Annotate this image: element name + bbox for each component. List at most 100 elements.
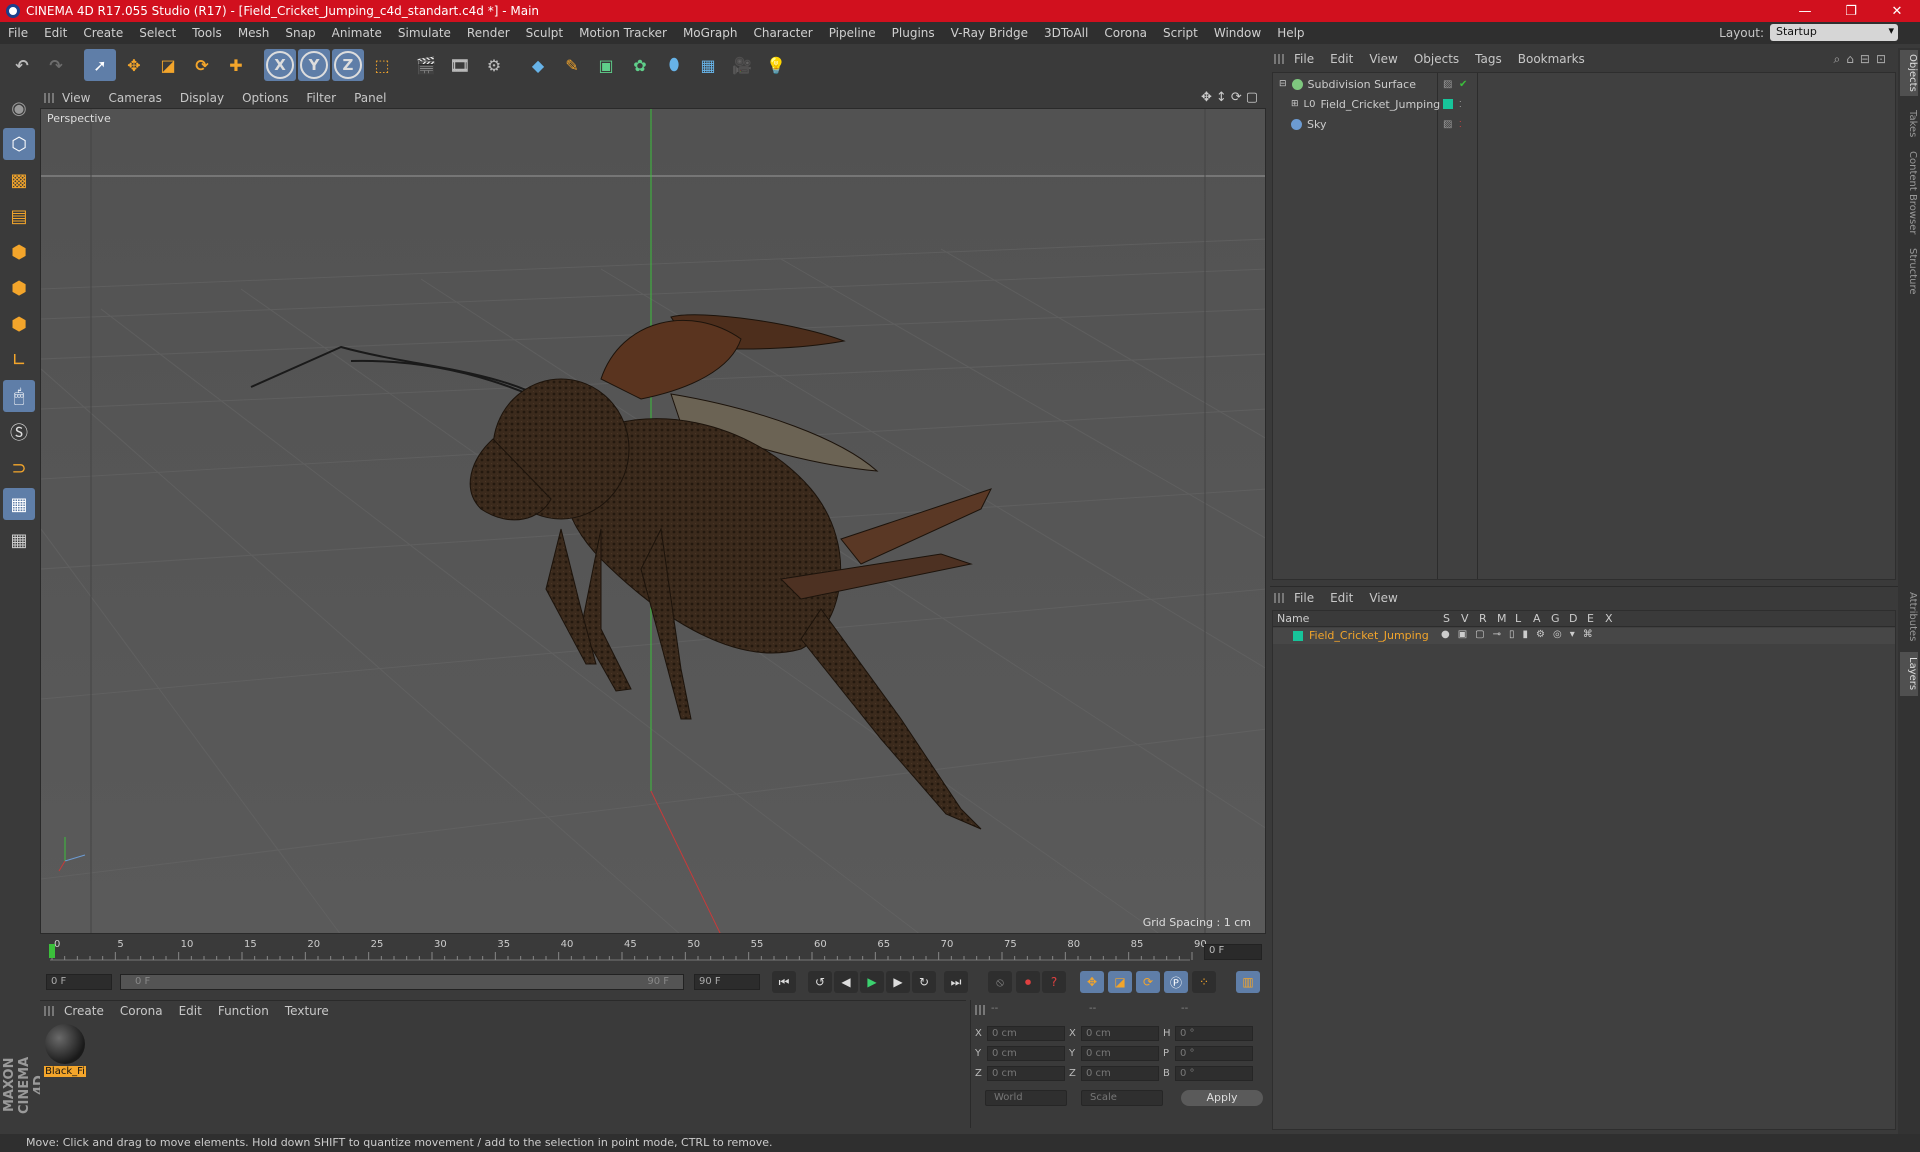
menu-script[interactable]: Script [1155,26,1206,40]
panel-grip-icon[interactable] [1274,54,1284,64]
viewport-menu-filter[interactable]: Filter [298,91,344,105]
menu-mograph[interactable]: MoGraph [675,26,746,40]
rotation-p-field[interactable]: 0 ° [1175,1046,1253,1061]
objects-menu-bookmarks[interactable]: Bookmarks [1510,52,1593,66]
render-settings-icon[interactable]: ⚙ [478,49,510,81]
menu-tools[interactable]: Tools [184,26,230,40]
visibility-dots-icon[interactable]: ⁚ [1459,120,1462,129]
objects-menu-objects[interactable]: Objects [1406,52,1467,66]
scale-mode-dropdown[interactable]: Scale [1081,1090,1163,1106]
light-icon[interactable]: 💡 [760,49,792,81]
menu-character[interactable]: Character [745,26,820,40]
render-view-icon[interactable]: 🎬 [410,49,442,81]
object-row[interactable]: Sky ▨ ⁚ [1273,115,1893,133]
enabled-check-icon[interactable]: ✔ [1459,79,1467,90]
x-axis-lock-icon[interactable]: X [264,49,296,81]
planar-workplane-icon[interactable]: ▦ [3,524,35,556]
render-picture-viewer-icon[interactable]: 🎞 [444,49,476,81]
key-parameter-icon[interactable]: Ⓟ [1164,971,1188,993]
viewport-menu-cameras[interactable]: Cameras [100,91,169,105]
mograph-cloner-icon[interactable]: ✿ [624,49,656,81]
tab-structure[interactable]: Structure [1900,244,1918,298]
z-axis-lock-icon[interactable]: Z [332,49,364,81]
layer-col-animation[interactable]: A [1533,612,1541,625]
viewport-menu-view[interactable]: View [54,91,98,105]
timeline-window-icon[interactable]: ▥ [1236,971,1260,993]
menu-window[interactable]: Window [1206,26,1269,40]
undo-icon[interactable]: ↶ [6,49,38,81]
next-frame-icon[interactable]: ▶ [886,971,910,993]
key-rotation-icon[interactable]: ⟳ [1136,971,1160,993]
lock-workplane-icon[interactable]: ▦ [3,488,35,520]
scale-tool-icon[interactable]: ◪ [152,49,184,81]
play-forward-icon[interactable]: ▶ [860,971,884,993]
axis-mode-icon[interactable]: ∟ [3,344,35,376]
size-y-field[interactable]: 0 cm [1081,1046,1159,1061]
layer-col-locked[interactable]: L [1515,612,1521,625]
material-menu-corona[interactable]: Corona [112,1004,171,1018]
points-mode-icon[interactable]: ⬢ [3,236,35,268]
viewport-menu-options[interactable]: Options [234,91,296,105]
edges-mode-icon[interactable]: ⬢ [3,272,35,304]
menu-vray-bridge[interactable]: V-Ray Bridge [943,26,1036,40]
material-menu-edit[interactable]: Edit [171,1004,210,1018]
tab-attributes[interactable]: Attributes [1900,588,1918,646]
position-x-field[interactable]: 0 cm [987,1026,1065,1041]
layer-color-icon[interactable] [1293,631,1303,641]
viewport-menu-display[interactable]: Display [172,91,232,105]
size-z-field[interactable]: 0 cm [1081,1066,1159,1081]
keyframe-selection-icon[interactable]: ? [1042,971,1066,993]
layer-name[interactable]: Field_Cricket_Jumping [1309,629,1429,642]
end-frame-field[interactable]: 90 F [694,974,760,990]
go-to-start-icon[interactable]: ⏮ [772,971,796,993]
tweak-mode-icon[interactable]: 🖱 [3,380,35,412]
objects-menu-file[interactable]: File [1286,52,1322,66]
menu-sculpt[interactable]: Sculpt [518,26,571,40]
layer-col-name[interactable]: Name [1277,612,1309,625]
playhead[interactable] [49,944,55,958]
tab-objects[interactable]: Objects [1900,50,1918,96]
tab-content-browser[interactable]: Content Browser [1900,148,1918,238]
key-scale-icon[interactable]: ◪ [1108,971,1132,993]
expand-toggle-icon[interactable]: ⊞ [1291,99,1299,109]
coordinate-mode-dropdown[interactable]: World [985,1090,1067,1106]
layer-col-generators[interactable]: G [1551,612,1560,625]
layer-col-expressions[interactable]: E [1587,612,1594,625]
objects-menu-view[interactable]: View [1361,52,1405,66]
visibility-dots-icon[interactable]: ⁚ [1459,100,1462,109]
viewport-menu-panel[interactable]: Panel [346,91,394,105]
workplane-icon[interactable]: ▤ [3,200,35,232]
objects-menu-tags[interactable]: Tags [1467,52,1510,66]
menu-create[interactable]: Create [75,26,131,40]
previous-key-icon[interactable]: ↺ [808,971,832,993]
material-menu-texture[interactable]: Texture [277,1004,337,1018]
tab-layers[interactable]: Layers [1900,652,1918,696]
move-tool-icon[interactable]: ✥ [118,49,150,81]
perspective-viewport[interactable]: Perspective Grid Spacing : 1 cm [40,108,1266,934]
material-swatch[interactable]: Black_Fi [44,1024,86,1082]
layer-col-render[interactable]: R [1479,612,1487,625]
layer-col-view[interactable]: V [1461,612,1469,625]
layer-tag-icon[interactable]: ▨ [1443,119,1452,130]
menu-plugins[interactable]: Plugins [884,26,943,40]
menu-snap[interactable]: Snap [277,26,323,40]
layer-col-solo[interactable]: S [1443,612,1450,625]
polygons-mode-icon[interactable]: ⬢ [3,308,35,340]
menu-render[interactable]: Render [459,26,518,40]
start-frame-field[interactable]: 0 F [46,974,112,990]
menu-simulate[interactable]: Simulate [390,26,459,40]
objects-menu-edit[interactable]: Edit [1322,52,1361,66]
deformer-icon[interactable]: ⬮ [658,49,690,81]
magnet-icon[interactable]: ⊃ [3,452,35,484]
menu-edit[interactable]: Edit [36,26,75,40]
layers-menu-view[interactable]: View [1361,591,1405,605]
layout-dropdown[interactable]: Startup [1770,24,1898,41]
layers-menu-edit[interactable]: Edit [1322,591,1361,605]
material-menu-function[interactable]: Function [210,1004,277,1018]
make-editable-icon[interactable]: ◉ [3,92,35,124]
minimize-button[interactable]: — [1782,0,1828,22]
close-button[interactable]: ✕ [1874,0,1920,22]
tab-takes[interactable]: Takes [1900,104,1918,144]
menu-motion-tracker[interactable]: Motion Tracker [571,26,675,40]
next-key-icon[interactable]: ↻ [912,971,936,993]
